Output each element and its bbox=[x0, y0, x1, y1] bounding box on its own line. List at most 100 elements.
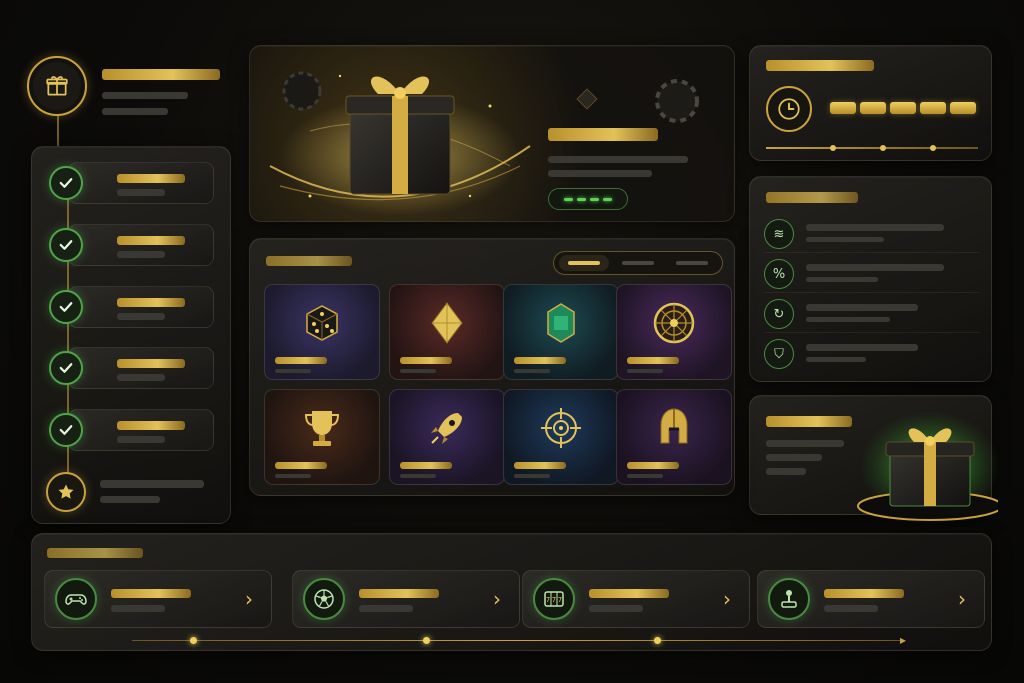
feature-desc-placeholder bbox=[806, 237, 884, 242]
gem-icon bbox=[547, 303, 575, 343]
gift-promo-panel[interactable] bbox=[749, 395, 998, 521]
chevron-right-icon: › bbox=[493, 587, 501, 611]
crosshair-icon bbox=[541, 408, 581, 448]
features-panel: ≋ % ↻ ⛉ bbox=[749, 176, 992, 382]
category-desc-placeholder bbox=[824, 605, 878, 612]
profile-title-placeholder bbox=[102, 69, 220, 80]
feature-row[interactable]: ↻ bbox=[764, 295, 980, 333]
progress-dot bbox=[190, 637, 197, 644]
rocket-icon bbox=[431, 413, 462, 444]
checklist-step[interactable] bbox=[46, 347, 214, 389]
chevron-right-icon: › bbox=[723, 587, 731, 611]
gamepad-icon bbox=[55, 578, 97, 620]
checklist-step-card bbox=[68, 347, 214, 389]
game-desc-placeholder bbox=[627, 474, 663, 478]
game-desc-placeholder bbox=[514, 474, 550, 478]
spartan-helmet-icon bbox=[660, 408, 688, 444]
games-panel bbox=[249, 238, 735, 496]
checklist-step-card bbox=[68, 286, 214, 328]
joystick-icon bbox=[768, 578, 810, 620]
checklist-step-card bbox=[68, 224, 214, 266]
game-tile[interactable] bbox=[503, 284, 619, 380]
category-card[interactable]: › bbox=[292, 570, 520, 628]
game-title-placeholder bbox=[275, 357, 327, 364]
categories-progress-line bbox=[132, 640, 902, 641]
step-desc-placeholder bbox=[117, 436, 165, 443]
step-title-placeholder bbox=[117, 174, 185, 183]
star-icon bbox=[46, 472, 86, 512]
game-tile[interactable] bbox=[389, 389, 505, 485]
clock-icon bbox=[766, 86, 812, 132]
promo-line-placeholder bbox=[766, 454, 822, 461]
checklist-step-card bbox=[68, 409, 214, 451]
check-icon bbox=[49, 290, 83, 324]
profile-connector-line bbox=[57, 116, 59, 146]
profile-avatar[interactable] bbox=[27, 56, 87, 116]
step-desc-placeholder bbox=[117, 251, 165, 258]
glowing-gift-box bbox=[857, 411, 998, 521]
filter-tab[interactable] bbox=[559, 255, 609, 271]
countdown-segment bbox=[860, 102, 886, 114]
game-tile[interactable] bbox=[264, 389, 380, 485]
final-step-text bbox=[100, 480, 204, 503]
game-desc-placeholder bbox=[400, 369, 436, 373]
timer-progress-dot bbox=[830, 145, 836, 151]
game-title-placeholder bbox=[400, 462, 452, 469]
filter-tab[interactable] bbox=[667, 255, 717, 271]
category-card[interactable]: › bbox=[757, 570, 985, 628]
progress-dash bbox=[577, 197, 586, 201]
game-tile[interactable] bbox=[616, 284, 732, 380]
countdown-segment bbox=[890, 102, 916, 114]
check-icon bbox=[49, 351, 83, 385]
checklist-step[interactable] bbox=[46, 286, 214, 328]
checklist-step[interactable] bbox=[46, 162, 214, 204]
feature-row[interactable]: % bbox=[764, 255, 980, 293]
category-card[interactable]: 777 › bbox=[522, 570, 750, 628]
game-title-placeholder bbox=[514, 462, 566, 469]
feature-title-placeholder bbox=[806, 344, 918, 351]
timer-progress-dot bbox=[880, 145, 886, 151]
games-title-placeholder bbox=[266, 256, 352, 266]
feature-row[interactable]: ≋ bbox=[764, 215, 980, 253]
svg-text:7: 7 bbox=[546, 596, 550, 604]
step-desc-placeholder bbox=[117, 374, 165, 381]
game-desc-placeholder bbox=[400, 474, 436, 478]
feature-row[interactable]: ⛉ bbox=[764, 335, 980, 373]
step-title-placeholder bbox=[117, 421, 185, 430]
feature-desc-placeholder bbox=[806, 357, 866, 362]
filter-tab[interactable] bbox=[613, 255, 663, 271]
progress-dash bbox=[603, 197, 612, 201]
game-tile[interactable] bbox=[389, 284, 505, 380]
progress-dash bbox=[590, 197, 599, 201]
category-desc-placeholder bbox=[359, 605, 413, 612]
checklist-step-final[interactable] bbox=[46, 471, 214, 513]
checklist-step[interactable] bbox=[46, 409, 214, 451]
game-title-placeholder bbox=[400, 357, 452, 364]
features-title-placeholder bbox=[766, 192, 858, 203]
refresh-icon: ↻ bbox=[764, 299, 794, 329]
progress-dot bbox=[654, 637, 661, 644]
claim-button[interactable] bbox=[548, 188, 628, 210]
game-tile[interactable] bbox=[264, 284, 380, 380]
category-desc-placeholder bbox=[111, 605, 165, 612]
games-filter-tabs bbox=[553, 251, 723, 275]
trophy-icon bbox=[304, 411, 340, 446]
timer-panel bbox=[749, 45, 992, 161]
progress-dot bbox=[423, 637, 430, 644]
hero-subtitle-placeholder bbox=[548, 156, 688, 163]
check-icon bbox=[49, 166, 83, 200]
game-tile[interactable] bbox=[616, 389, 732, 485]
category-title-placeholder bbox=[824, 589, 904, 598]
dice-icon bbox=[306, 305, 338, 341]
gift-icon bbox=[46, 76, 68, 96]
categories-title-placeholder bbox=[47, 548, 143, 558]
checklist-step[interactable] bbox=[46, 224, 214, 266]
hero-title-placeholder bbox=[548, 128, 658, 141]
category-card[interactable]: › bbox=[44, 570, 272, 628]
hero-banner[interactable] bbox=[249, 45, 735, 222]
game-tile[interactable] bbox=[503, 389, 619, 485]
game-title-placeholder bbox=[627, 462, 679, 469]
roulette-wheel-icon bbox=[653, 302, 695, 344]
profile-subtitle-placeholder bbox=[102, 92, 188, 99]
casino-chip-decoration bbox=[655, 79, 699, 123]
